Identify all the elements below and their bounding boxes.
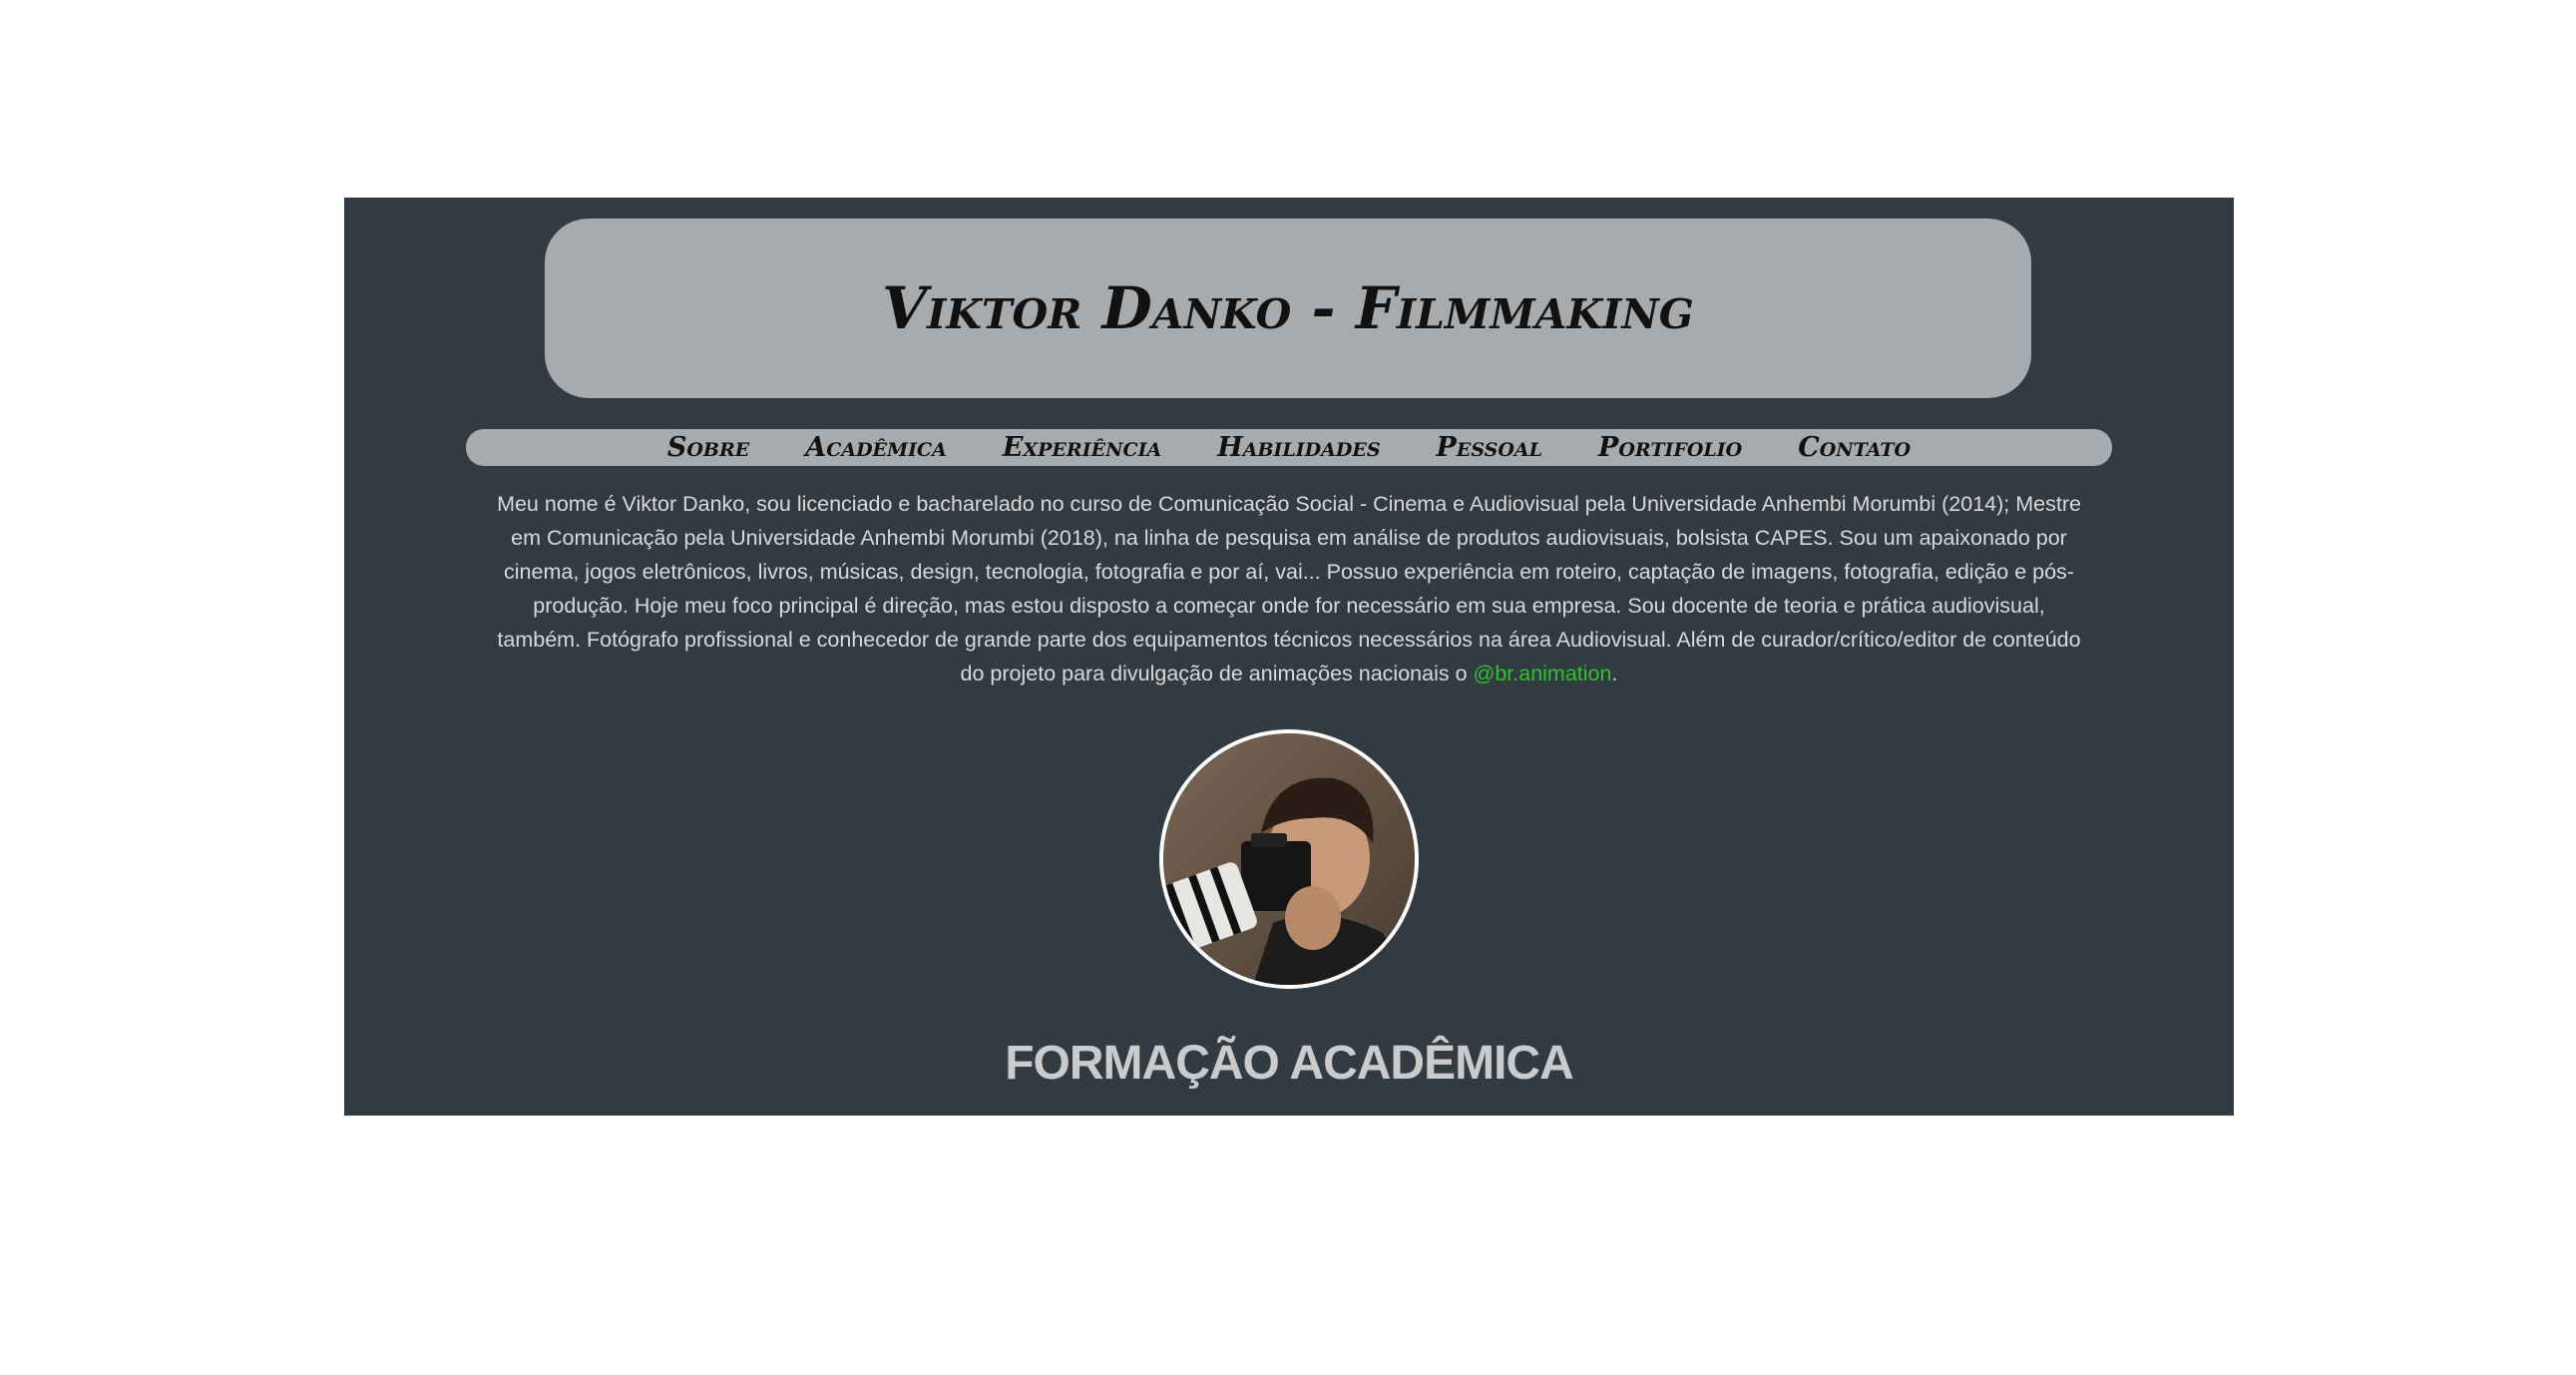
nav-item-academica[interactable]: Acadêmica [805, 432, 947, 463]
br-animation-link[interactable]: @br.animation [1474, 662, 1612, 686]
nav-item-sobre[interactable]: Sobre [667, 432, 749, 463]
nav-item-portifolio[interactable]: Portifolio [1598, 432, 1742, 463]
about-text: Meu nome é Viktor Danko, sou licenciado … [497, 492, 2081, 686]
photographer-photo [1163, 733, 1415, 985]
academic-section-title: FORMAÇÃO ACADÊMICA [1005, 1037, 1574, 1090]
about-trailing: . [1611, 662, 1618, 686]
avatar [1159, 729, 1419, 989]
about-paragraph: Meu nome é Viktor Danko, sou licenciado … [494, 487, 2084, 690]
main-nav: Sobre Acadêmica Experiência Habilidades … [466, 429, 2112, 466]
nav-item-experiencia[interactable]: Experiência [1003, 432, 1161, 463]
nav-item-contato[interactable]: Contato [1798, 432, 1911, 463]
nav-item-pessoal[interactable]: Pessoal [1437, 432, 1542, 463]
main-panel: Viktor Danko - Filmmaking Sobre Acadêmic… [344, 198, 2234, 1116]
nav-item-habilidades[interactable]: Habilidades [1217, 432, 1380, 463]
site-title: Viktor Danko - Filmmaking [882, 274, 1694, 342]
header-banner: Viktor Danko - Filmmaking [545, 219, 2031, 398]
